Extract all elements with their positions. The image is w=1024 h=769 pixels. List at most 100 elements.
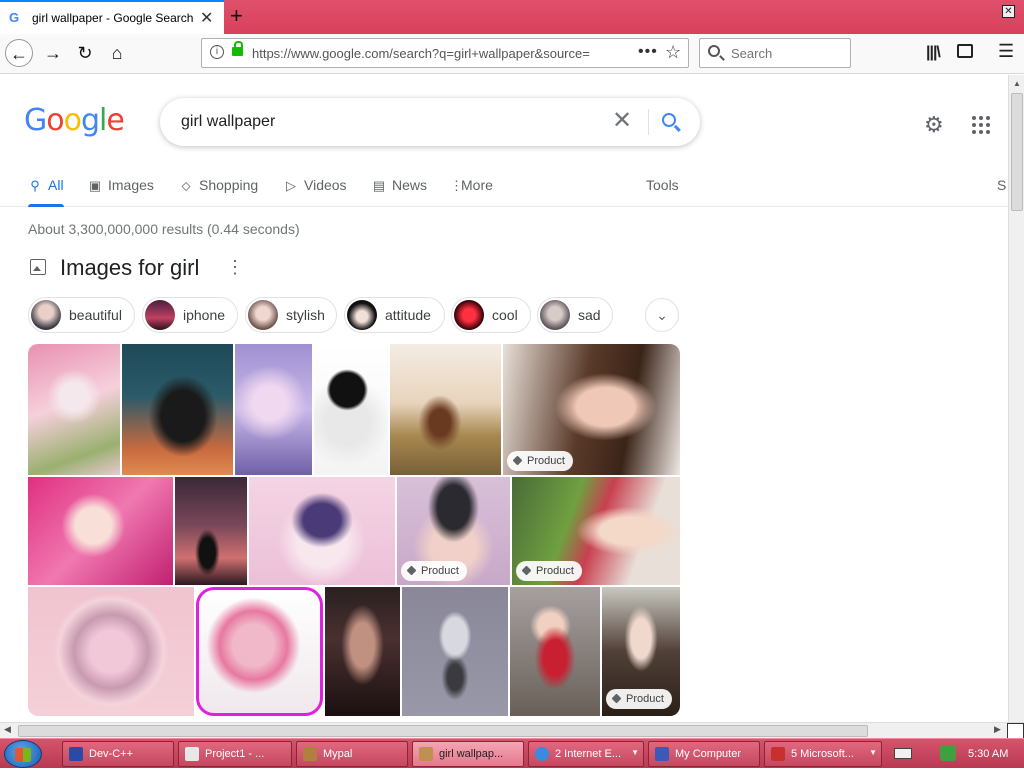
- tools-button[interactable]: Tools: [646, 177, 679, 193]
- browser-icon: [419, 747, 433, 761]
- image-result[interactable]: [28, 344, 120, 475]
- clock[interactable]: 5:30 AM: [968, 748, 1008, 760]
- taskbar-label: 5 Microsoft...: [791, 748, 854, 760]
- browser-search-field[interactable]: Search: [699, 38, 851, 68]
- bookmark-star-icon[interactable]: ☆: [665, 42, 681, 63]
- chip-attitude[interactable]: attitude: [344, 297, 445, 333]
- google-logo[interactable]: Google: [24, 103, 125, 138]
- image-result[interactable]: [196, 587, 323, 716]
- image-result[interactable]: [402, 587, 508, 716]
- tab-shopping[interactable]: ⬦ Shopping: [179, 177, 258, 194]
- window-close-button[interactable]: ✕: [1002, 5, 1015, 18]
- image-result[interactable]: [249, 477, 395, 585]
- taskbar-item-internet-explorer[interactable]: 2 Internet E... ▼: [528, 741, 644, 767]
- apps-grid-icon[interactable]: [972, 116, 990, 134]
- more-options-icon[interactable]: ⋮: [226, 257, 244, 278]
- product-badge: Product: [606, 689, 672, 709]
- image-result[interactable]: [390, 344, 501, 475]
- logo-letter: o: [63, 103, 82, 138]
- image-result[interactable]: [510, 587, 600, 716]
- search-query[interactable]: girl wallpaper: [181, 113, 275, 131]
- reload-button[interactable]: ↻: [71, 39, 99, 67]
- taskbar-item-microsoft[interactable]: 5 Microsoft... ▼: [764, 741, 882, 767]
- devcpp-icon: [69, 747, 83, 761]
- scroll-left-icon[interactable]: ◀: [4, 724, 11, 735]
- chip-sad[interactable]: sad: [537, 297, 613, 333]
- url-text[interactable]: https://www.google.com/search?q=girl+wal…: [252, 46, 602, 61]
- taskbar-item-browser[interactable]: girl wallpap...: [412, 741, 524, 767]
- tab-videos[interactable]: ▷ Videos: [284, 177, 347, 194]
- taskbar-item-project[interactable]: Project1 - ...: [178, 741, 292, 767]
- search-submit-icon[interactable]: [662, 113, 676, 127]
- image-result[interactable]: Product: [602, 587, 680, 716]
- chip-label: cool: [492, 307, 518, 323]
- mypal-icon: [303, 747, 317, 761]
- close-tab-icon[interactable]: ✕: [200, 8, 213, 28]
- image-result[interactable]: [122, 344, 233, 475]
- start-button[interactable]: [4, 740, 42, 768]
- back-icon: ←: [10, 44, 28, 64]
- chip-thumbnail: [31, 300, 61, 330]
- chip-beautiful[interactable]: beautiful: [28, 297, 135, 333]
- result-stats: About 3,300,000,000 results (0.44 second…: [28, 221, 300, 237]
- tray-app-icon[interactable]: [940, 745, 956, 761]
- search-tabs: ⚲ All ▣ Images ⬦ Shopping ▷ Videos ▤ News ⋮Mo…: [0, 171, 1008, 207]
- image-result[interactable]: Product: [397, 477, 510, 585]
- windows-taskbar: Dev-C++ Project1 - ... Mypal girl wallpa…: [0, 738, 1024, 768]
- taskbar-item-devcpp[interactable]: Dev-C++: [62, 741, 174, 767]
- tab-more[interactable]: ⋮More: [450, 177, 493, 194]
- image-result[interactable]: [235, 344, 312, 475]
- browser-tab-active[interactable]: G girl wallpaper - Google Search ✕: [0, 0, 224, 34]
- tab-news[interactable]: ▤ News: [372, 177, 427, 194]
- page-actions-icon[interactable]: •••: [638, 43, 658, 61]
- tab-label: Images: [108, 177, 154, 193]
- taskbar-item-my-computer[interactable]: My Computer: [648, 741, 760, 767]
- chips-expand-button[interactable]: ⌄: [645, 298, 679, 332]
- menu-icon[interactable]: ☰: [998, 41, 1014, 62]
- keyboard-icon[interactable]: [894, 748, 912, 759]
- clear-icon[interactable]: ✕: [612, 106, 632, 135]
- vertical-scrollbar[interactable]: ▲: [1008, 75, 1024, 722]
- safesearch-button[interactable]: S: [997, 177, 1006, 193]
- chip-stylish[interactable]: stylish: [245, 297, 337, 333]
- image-result[interactable]: [28, 587, 194, 716]
- scroll-up-icon[interactable]: ▲: [1013, 79, 1021, 88]
- settings-gear-icon[interactable]: ⚙: [924, 112, 944, 138]
- scroll-thumb[interactable]: [1011, 93, 1023, 211]
- chevron-down-icon: ▼: [631, 748, 639, 757]
- tab-all[interactable]: ⚲ All: [28, 177, 63, 194]
- image-result[interactable]: Product: [512, 477, 680, 585]
- scroll-thumb[interactable]: [18, 725, 868, 737]
- taskbar-item-mypal[interactable]: Mypal: [296, 741, 408, 767]
- lock-icon[interactable]: [232, 41, 243, 56]
- scroll-right-icon[interactable]: ▶: [994, 724, 1001, 735]
- search-box[interactable]: girl wallpaper ✕: [160, 98, 700, 146]
- search-placeholder: Search: [731, 46, 773, 61]
- windows-logo-icon: [15, 748, 31, 762]
- chip-cool[interactable]: cool: [451, 297, 531, 333]
- url-bar[interactable]: i https://www.google.com/search?q=girl+w…: [201, 38, 689, 68]
- image-result[interactable]: [314, 344, 388, 475]
- logo-letter: g: [80, 103, 100, 138]
- sidebar-icon[interactable]: [957, 44, 973, 58]
- program-icon: [185, 747, 199, 761]
- new-tab-button[interactable]: +: [230, 3, 243, 29]
- chip-label: sad: [578, 307, 601, 323]
- image-result[interactable]: [175, 477, 247, 585]
- product-badge: Product: [516, 561, 582, 581]
- library-icon[interactable]: |||\: [926, 44, 941, 62]
- chip-iphone[interactable]: iphone: [142, 297, 238, 333]
- forward-button[interactable]: →: [39, 39, 67, 67]
- image-result[interactable]: Product: [503, 344, 680, 475]
- image-result[interactable]: [28, 477, 173, 585]
- image-result[interactable]: [325, 587, 400, 716]
- tab-images[interactable]: ▣ Images: [88, 177, 154, 194]
- home-button[interactable]: ⌂: [103, 39, 131, 67]
- info-icon[interactable]: i: [210, 45, 224, 59]
- horizontal-scrollbar[interactable]: ◀ ▶: [0, 722, 1024, 739]
- back-button[interactable]: ←: [5, 39, 33, 67]
- tab-title: girl wallpaper - Google Search: [32, 11, 194, 25]
- chip-thumbnail: [145, 300, 175, 330]
- images-heading[interactable]: Images for girl: [60, 255, 199, 281]
- taskbar-label: Mypal: [323, 748, 353, 760]
